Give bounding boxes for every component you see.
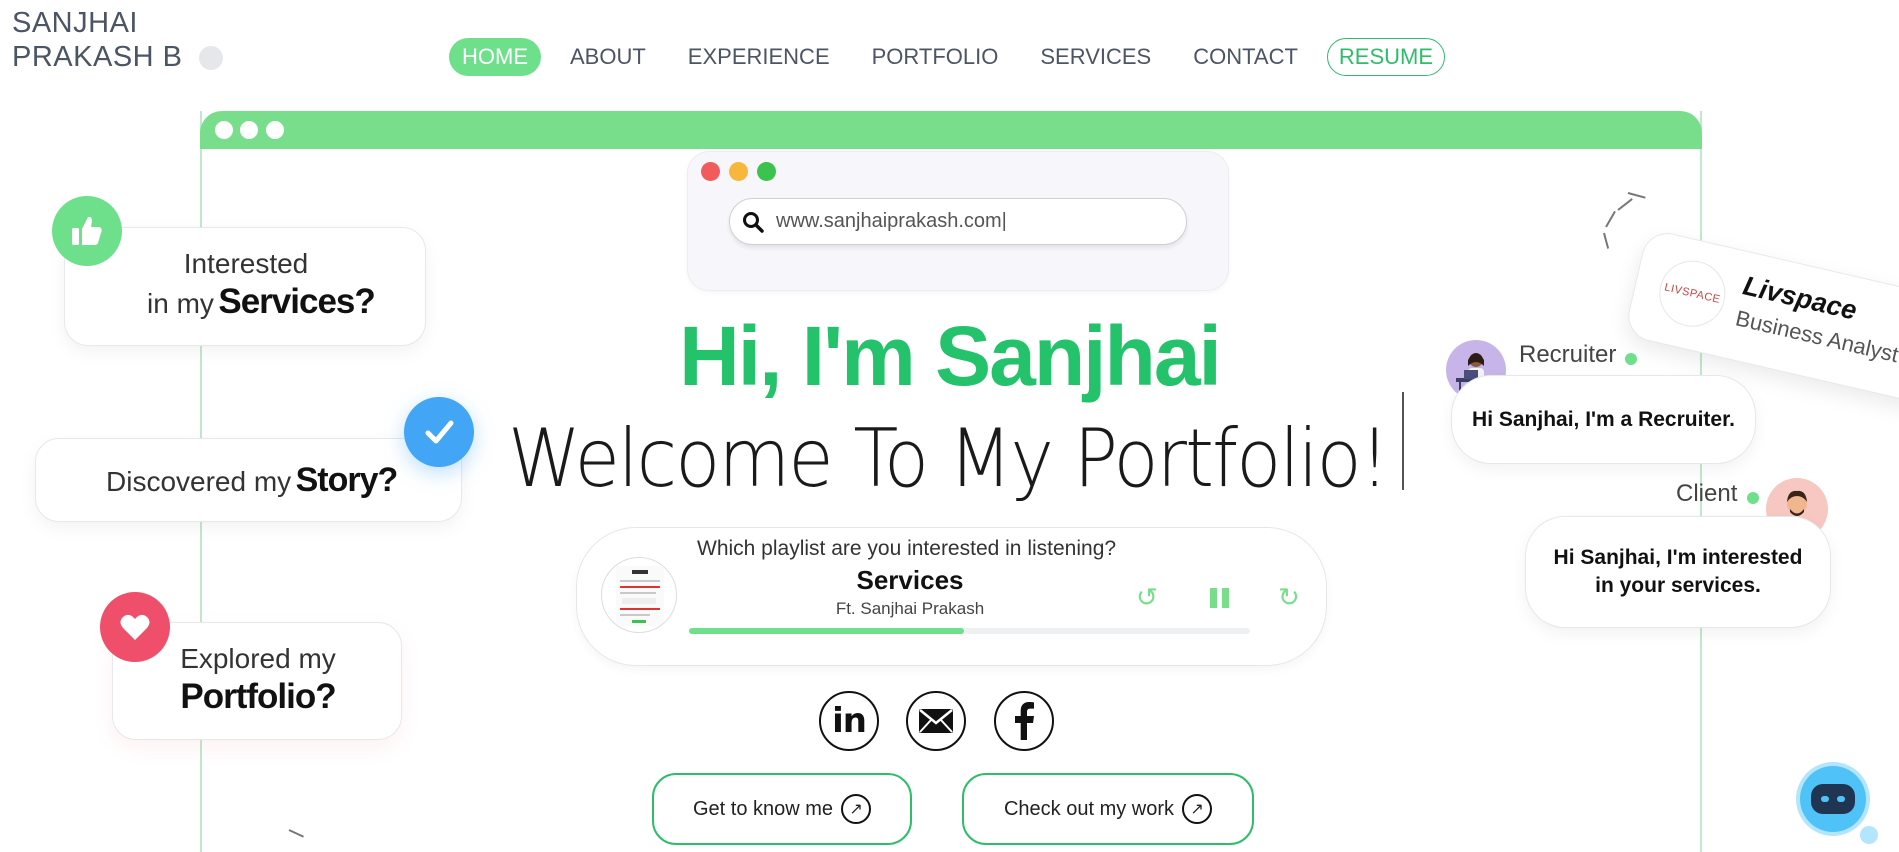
chatbot-indicator-dot bbox=[1860, 826, 1878, 844]
get-to-know-me-button[interactable]: Get to know me ↗ bbox=[652, 773, 912, 845]
playlist-thumbnail bbox=[601, 557, 677, 633]
recruiter-message[interactable]: Hi Sanjhai, I'm a Recruiter. bbox=[1451, 375, 1756, 464]
brand-line-2: PRAKASH B bbox=[12, 41, 183, 73]
checkmark-icon bbox=[404, 397, 474, 467]
url-text: www.sanjhaiprakash.com| bbox=[776, 210, 1007, 232]
recruiter-message-text: Hi Sanjhai, I'm a Recruiter. bbox=[1472, 407, 1735, 431]
services-card-line1: Interested bbox=[183, 248, 309, 279]
client-message-line2: in your services. bbox=[1595, 574, 1761, 597]
brand-line-1: SANJHAI bbox=[12, 7, 138, 39]
close-dot bbox=[701, 162, 720, 181]
nav-contact[interactable]: CONTACT bbox=[1180, 38, 1311, 76]
linkedin-icon[interactable]: in bbox=[819, 691, 879, 751]
nav-experience[interactable]: EXPERIENCE bbox=[675, 38, 843, 76]
rewind-icon[interactable]: ↺ bbox=[1136, 582, 1158, 613]
nav-home[interactable]: HOME bbox=[449, 38, 541, 76]
livspace-logo: LIVSPACE bbox=[1652, 254, 1732, 334]
hero-subtitle: Welcome To My Portfolio! bbox=[508, 412, 1389, 505]
chatbot-button[interactable] bbox=[1800, 766, 1866, 832]
maximize-dot bbox=[757, 162, 776, 181]
nav-portfolio[interactable]: PORTFOLIO bbox=[859, 38, 1012, 76]
facebook-shape bbox=[1015, 702, 1034, 740]
online-status-dot bbox=[1625, 353, 1637, 365]
window-dot-1 bbox=[215, 121, 233, 139]
playlist-progress[interactable] bbox=[689, 628, 1250, 634]
services-card-line2-light: in my bbox=[147, 288, 214, 319]
story-card-bold: Story? bbox=[295, 461, 399, 499]
search-icon bbox=[743, 211, 764, 233]
services-card-line2-bold: Services? bbox=[218, 282, 375, 321]
client-message-line1: Hi Sanjhai, I'm interested bbox=[1553, 546, 1803, 569]
heart-icon bbox=[100, 592, 170, 662]
linkedin-label: in bbox=[832, 701, 867, 741]
recruiter-label: Recruiter bbox=[1519, 341, 1617, 368]
story-card[interactable]: Discovered my Story? bbox=[35, 438, 462, 522]
brand-logo[interactable]: SANJHAI PRAKASH B bbox=[12, 6, 183, 74]
nav-about[interactable]: ABOUT bbox=[557, 38, 659, 76]
playlist-question: Which playlist are you interested in lis… bbox=[697, 537, 1117, 560]
theme-toggle-dot[interactable] bbox=[199, 46, 223, 70]
portfolio-card-bold: Portfolio? bbox=[180, 677, 336, 716]
thumbs-up-icon bbox=[52, 196, 122, 266]
resume-button[interactable]: RESUME bbox=[1326, 38, 1446, 76]
check-out-my-work-button[interactable]: Check out my work ↗ bbox=[962, 773, 1254, 845]
minimize-dot bbox=[729, 162, 748, 181]
online-status-dot bbox=[1747, 492, 1759, 504]
playlist-title: Services bbox=[856, 565, 964, 595]
arrow-up-right-icon: ↗ bbox=[1182, 794, 1213, 824]
pause-icon[interactable] bbox=[1210, 588, 1230, 608]
facebook-icon[interactable] bbox=[994, 691, 1054, 751]
typing-cursor bbox=[1402, 392, 1404, 490]
mail-icon[interactable] bbox=[906, 691, 966, 751]
client-message[interactable]: Hi Sanjhai, I'm interested in your servi… bbox=[1525, 516, 1831, 628]
story-card-light: Discovered my bbox=[106, 466, 292, 497]
window-title-bar bbox=[200, 111, 1702, 149]
main-nav: HOME ABOUT EXPERIENCE PORTFOLIO SERVICES… bbox=[449, 37, 1446, 77]
client-label: Client bbox=[1676, 480, 1738, 507]
arrow-up-right-icon: ↗ bbox=[841, 794, 872, 824]
robot-icon bbox=[1811, 784, 1855, 814]
url-bar[interactable]: www.sanjhaiprakash.com| bbox=[729, 198, 1187, 245]
check-out-my-work-label: Check out my work bbox=[1003, 797, 1175, 820]
nav-services[interactable]: SERVICES bbox=[1027, 38, 1164, 76]
get-to-know-me-label: Get to know me bbox=[692, 797, 834, 820]
envelope-shape bbox=[919, 709, 953, 733]
window-dot-3 bbox=[266, 121, 284, 139]
forward-icon[interactable]: ↻ bbox=[1278, 582, 1300, 613]
playlist-progress-fill bbox=[689, 628, 964, 634]
window-dot-2 bbox=[240, 121, 258, 139]
playlist-artist: Ft. Sanjhai Prakash bbox=[835, 599, 985, 618]
